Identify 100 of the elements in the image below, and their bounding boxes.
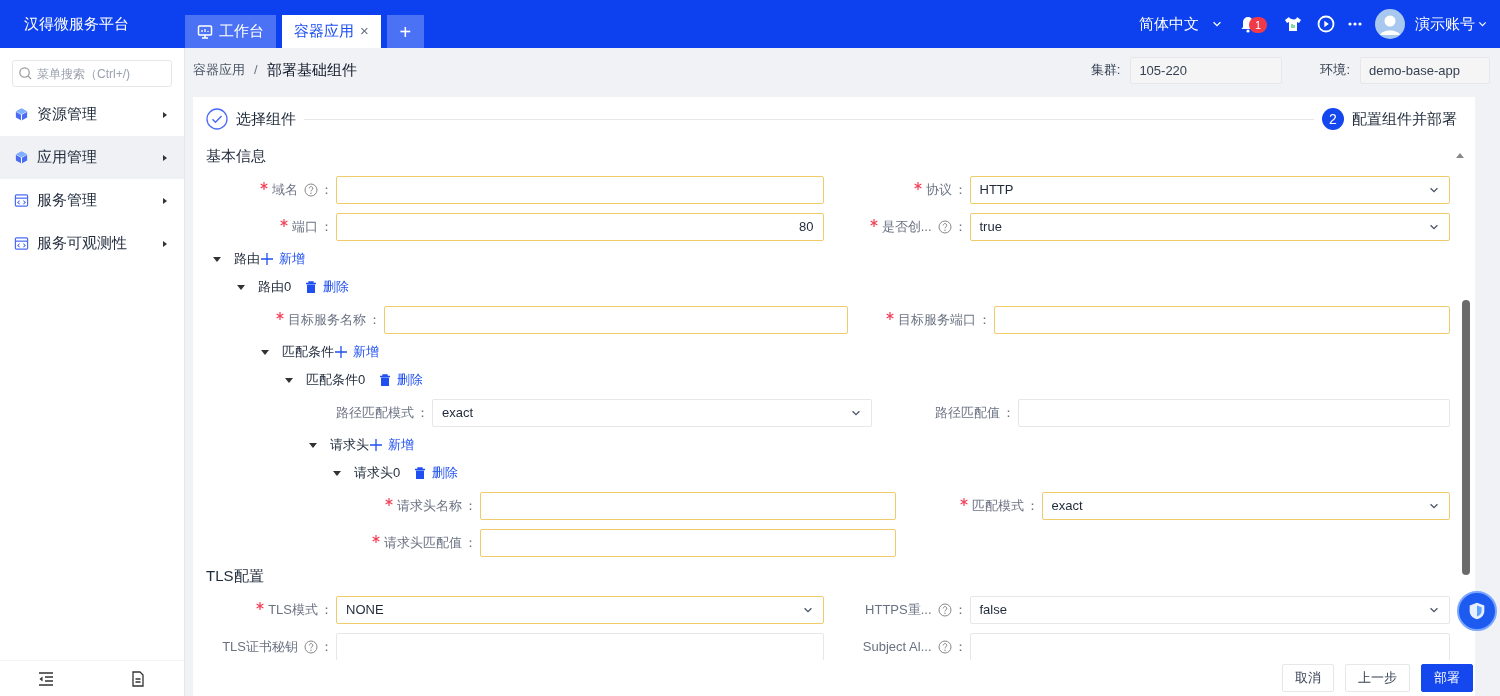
- section-title: 基本信息: [206, 145, 266, 166]
- user-menu[interactable]: 演示账号: [1415, 12, 1488, 36]
- footer-button[interactable]: 上一步: [1345, 664, 1410, 692]
- help-icon[interactable]: [304, 639, 318, 654]
- field-colon: ：: [1025, 496, 1039, 515]
- group-label: 请求头0: [354, 464, 401, 483]
- input-field[interactable]: [993, 305, 1450, 334]
- breadcrumb-separator: /: [254, 61, 258, 80]
- scrollbar-thumb[interactable]: [1462, 300, 1470, 575]
- field-colon: ：: [320, 600, 333, 619]
- field-colon: ：: [953, 600, 967, 619]
- input-field[interactable]: [336, 175, 824, 204]
- deploy-button[interactable]: 部署: [1421, 664, 1473, 692]
- add-link[interactable]: 新增: [370, 435, 414, 455]
- required-mark-icon: [913, 181, 922, 190]
- plus-icon: [370, 439, 382, 451]
- plus-icon: [335, 346, 347, 358]
- close-icon[interactable]: ×: [360, 20, 369, 43]
- input-field[interactable]: [480, 491, 896, 520]
- trash-icon: [414, 466, 427, 480]
- field-label: 域名: [272, 180, 298, 199]
- caret-icon: [161, 110, 168, 119]
- trash-icon: [305, 280, 318, 294]
- section-title: TLS配置: [206, 565, 264, 586]
- caret-icon[interactable]: [332, 468, 342, 478]
- collapse-icon[interactable]: [1455, 151, 1465, 161]
- field-colon: ：: [953, 217, 967, 236]
- required-mark-icon: [959, 497, 968, 506]
- collapse-menu-icon[interactable]: [38, 670, 54, 687]
- delete-link[interactable]: 删除: [305, 277, 350, 297]
- field-colon: ：: [416, 403, 429, 422]
- field-label: TLS模式: [268, 600, 318, 619]
- step-number: 2: [1322, 108, 1344, 130]
- step-label: 选择组件: [236, 108, 296, 129]
- group-label: 路由0: [258, 278, 292, 297]
- help-icon[interactable]: [937, 219, 952, 234]
- document-icon[interactable]: [130, 670, 146, 687]
- assistant-button[interactable]: [1457, 591, 1497, 631]
- notification-badge: 1: [1249, 17, 1267, 33]
- shirt-icon[interactable]: [1283, 15, 1303, 33]
- caret-icon[interactable]: [284, 375, 294, 385]
- delete-link[interactable]: 删除: [379, 370, 424, 390]
- help-icon[interactable]: [937, 602, 952, 617]
- field-label: 目标服务名称: [288, 310, 366, 329]
- caret-icon: [161, 153, 168, 162]
- language-selector[interactable]: 简体中文: [1139, 12, 1223, 36]
- required-mark-icon: [260, 181, 268, 190]
- page-title: 部署基础组件: [266, 59, 357, 80]
- input-field[interactable]: [336, 632, 824, 660]
- tab[interactable]: 工作台: [185, 15, 276, 48]
- input-field[interactable]: [384, 305, 848, 334]
- menu-item[interactable]: 服务可观测性: [0, 222, 184, 265]
- select-field[interactable]: HTTP: [969, 175, 1450, 204]
- required-mark-icon: [385, 497, 393, 506]
- menu-item[interactable]: 资源管理: [0, 93, 184, 136]
- add-link[interactable]: 新增: [335, 342, 379, 362]
- field-colon: ：: [464, 496, 477, 515]
- code-window-icon: [14, 236, 29, 251]
- required-mark-icon: [885, 311, 894, 320]
- field-colon: ：: [320, 637, 333, 656]
- caret-icon[interactable]: [212, 254, 222, 264]
- delete-link[interactable]: 删除: [414, 463, 459, 483]
- required-mark-icon: [372, 534, 380, 543]
- input-field[interactable]: [480, 528, 896, 557]
- help-icon[interactable]: [304, 182, 318, 197]
- group-label: 请求头: [330, 436, 369, 455]
- caret-icon: [161, 196, 168, 205]
- footer-button[interactable]: 取消: [1282, 664, 1334, 692]
- breadcrumb-link[interactable]: 容器应用: [193, 60, 245, 80]
- play-icon[interactable]: [1317, 15, 1335, 33]
- search-field[interactable]: 菜单搜索（Ctrl+/): [12, 60, 172, 87]
- caret-icon[interactable]: [236, 282, 246, 292]
- field-colon: ：: [320, 217, 333, 236]
- monitor-icon: [197, 23, 213, 40]
- avatar-icon[interactable]: [1375, 9, 1405, 39]
- add-link[interactable]: 新增: [261, 249, 305, 269]
- field-colon: ：: [368, 310, 381, 329]
- input-field[interactable]: [1017, 398, 1450, 427]
- group-label: 匹配条件: [282, 343, 334, 362]
- field-label: Subject Al...: [862, 637, 932, 656]
- input-field[interactable]: 80: [336, 212, 824, 241]
- select-field[interactable]: NONE: [336, 595, 824, 624]
- menu-item[interactable]: 服务管理: [0, 179, 184, 222]
- select-field[interactable]: true: [969, 212, 1450, 241]
- caret-icon[interactable]: [260, 347, 270, 357]
- tab[interactable]: 容器应用 ×: [282, 15, 381, 48]
- code-window-icon: [14, 193, 29, 208]
- caret-icon[interactable]: [308, 440, 318, 450]
- input-field[interactable]: [969, 632, 1450, 660]
- field-colon: ：: [320, 180, 333, 199]
- add-tab-button[interactable]: +: [386, 15, 424, 48]
- field-label: 路径匹配值: [934, 403, 1000, 422]
- select-field[interactable]: exact: [432, 398, 872, 427]
- field-label: 协议: [925, 180, 952, 199]
- field-label: 匹配模式: [971, 496, 1024, 515]
- select-field[interactable]: false: [969, 595, 1450, 624]
- step-label: 配置组件并部署: [1352, 108, 1457, 129]
- help-icon[interactable]: [937, 639, 952, 654]
- select-field[interactable]: exact: [1041, 491, 1450, 520]
- menu-item[interactable]: 应用管理: [0, 136, 184, 179]
